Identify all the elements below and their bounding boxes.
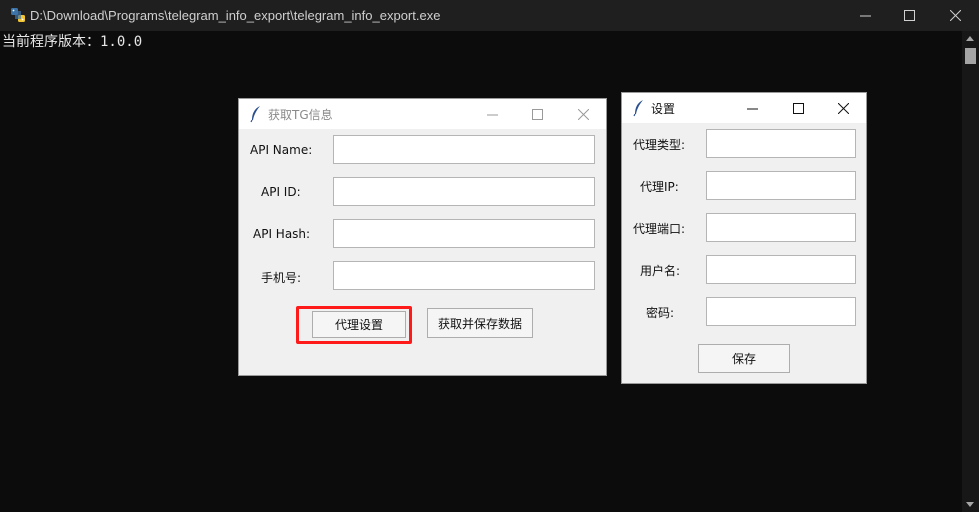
maximize-icon	[903, 10, 915, 21]
username-input[interactable]	[706, 255, 856, 284]
api-id-label: API ID:	[261, 185, 301, 199]
console-maximize-button[interactable]	[886, 0, 932, 31]
proxy-ip-label: 代理IP:	[640, 180, 679, 194]
settings-dialog-titlebar: 设置	[622, 93, 866, 123]
maximize-icon	[531, 108, 543, 120]
proxy-port-label: 代理端口:	[633, 222, 686, 236]
tg-info-dialog: 获取TG信息 API Name: API ID: API Hash: 手机号: …	[238, 98, 607, 376]
phone-input[interactable]	[333, 261, 595, 290]
console-titlebar: D:\Download\Programs\telegram_info_expor…	[0, 0, 979, 31]
proxy-ip-input[interactable]	[706, 171, 856, 200]
proxy-port-input[interactable]	[706, 213, 856, 242]
close-icon	[577, 108, 589, 120]
tg-minimize-button[interactable]	[470, 99, 514, 129]
python-app-icon	[11, 8, 25, 22]
fetch-save-button[interactable]: 获取并保存数据	[427, 308, 533, 338]
api-id-input[interactable]	[333, 177, 595, 206]
maximize-icon	[792, 102, 804, 114]
api-name-input[interactable]	[333, 135, 595, 164]
settings-dialog-title: 设置	[651, 102, 676, 116]
close-icon	[949, 10, 961, 21]
feather-icon	[633, 100, 643, 117]
settings-minimize-button[interactable]	[730, 93, 774, 123]
settings-dialog: 设置 代理类型: 代理IP: 代理端口: 用户名: 密码: 保存	[621, 92, 867, 384]
console-close-button[interactable]	[932, 0, 978, 31]
proxy-type-input[interactable]	[706, 129, 856, 158]
tg-close-button[interactable]	[561, 99, 605, 129]
scrollbar-thumb[interactable]	[965, 48, 976, 64]
password-input[interactable]	[706, 297, 856, 326]
console-output-line: 当前程序版本：1.0.0	[2, 34, 143, 50]
close-icon	[837, 102, 849, 114]
scroll-up-arrow-icon[interactable]	[966, 36, 974, 41]
scroll-down-arrow-icon[interactable]	[966, 502, 974, 507]
feather-icon	[250, 106, 260, 123]
settings-maximize-button[interactable]	[776, 93, 820, 123]
username-label: 用户名:	[640, 264, 681, 278]
settings-close-button[interactable]	[821, 93, 865, 123]
minimize-icon	[486, 114, 498, 115]
console-scrollbar[interactable]	[962, 31, 979, 512]
api-name-label: API Name:	[250, 143, 313, 157]
console-minimize-button[interactable]	[842, 0, 888, 31]
password-label: 密码:	[646, 306, 675, 320]
tg-dialog-titlebar: 获取TG信息	[239, 99, 606, 129]
proxy-type-label: 代理类型:	[633, 138, 686, 152]
api-hash-input[interactable]	[333, 219, 595, 248]
save-button[interactable]: 保存	[698, 344, 790, 373]
tg-maximize-button[interactable]	[515, 99, 559, 129]
phone-label: 手机号:	[261, 271, 302, 285]
console-title: D:\Download\Programs\telegram_info_expor…	[30, 8, 441, 23]
api-hash-label: API Hash:	[253, 227, 311, 241]
proxy-settings-button[interactable]: 代理设置	[312, 311, 406, 338]
minimize-icon	[746, 108, 758, 109]
minimize-icon	[859, 15, 871, 17]
tg-dialog-title: 获取TG信息	[268, 108, 333, 122]
